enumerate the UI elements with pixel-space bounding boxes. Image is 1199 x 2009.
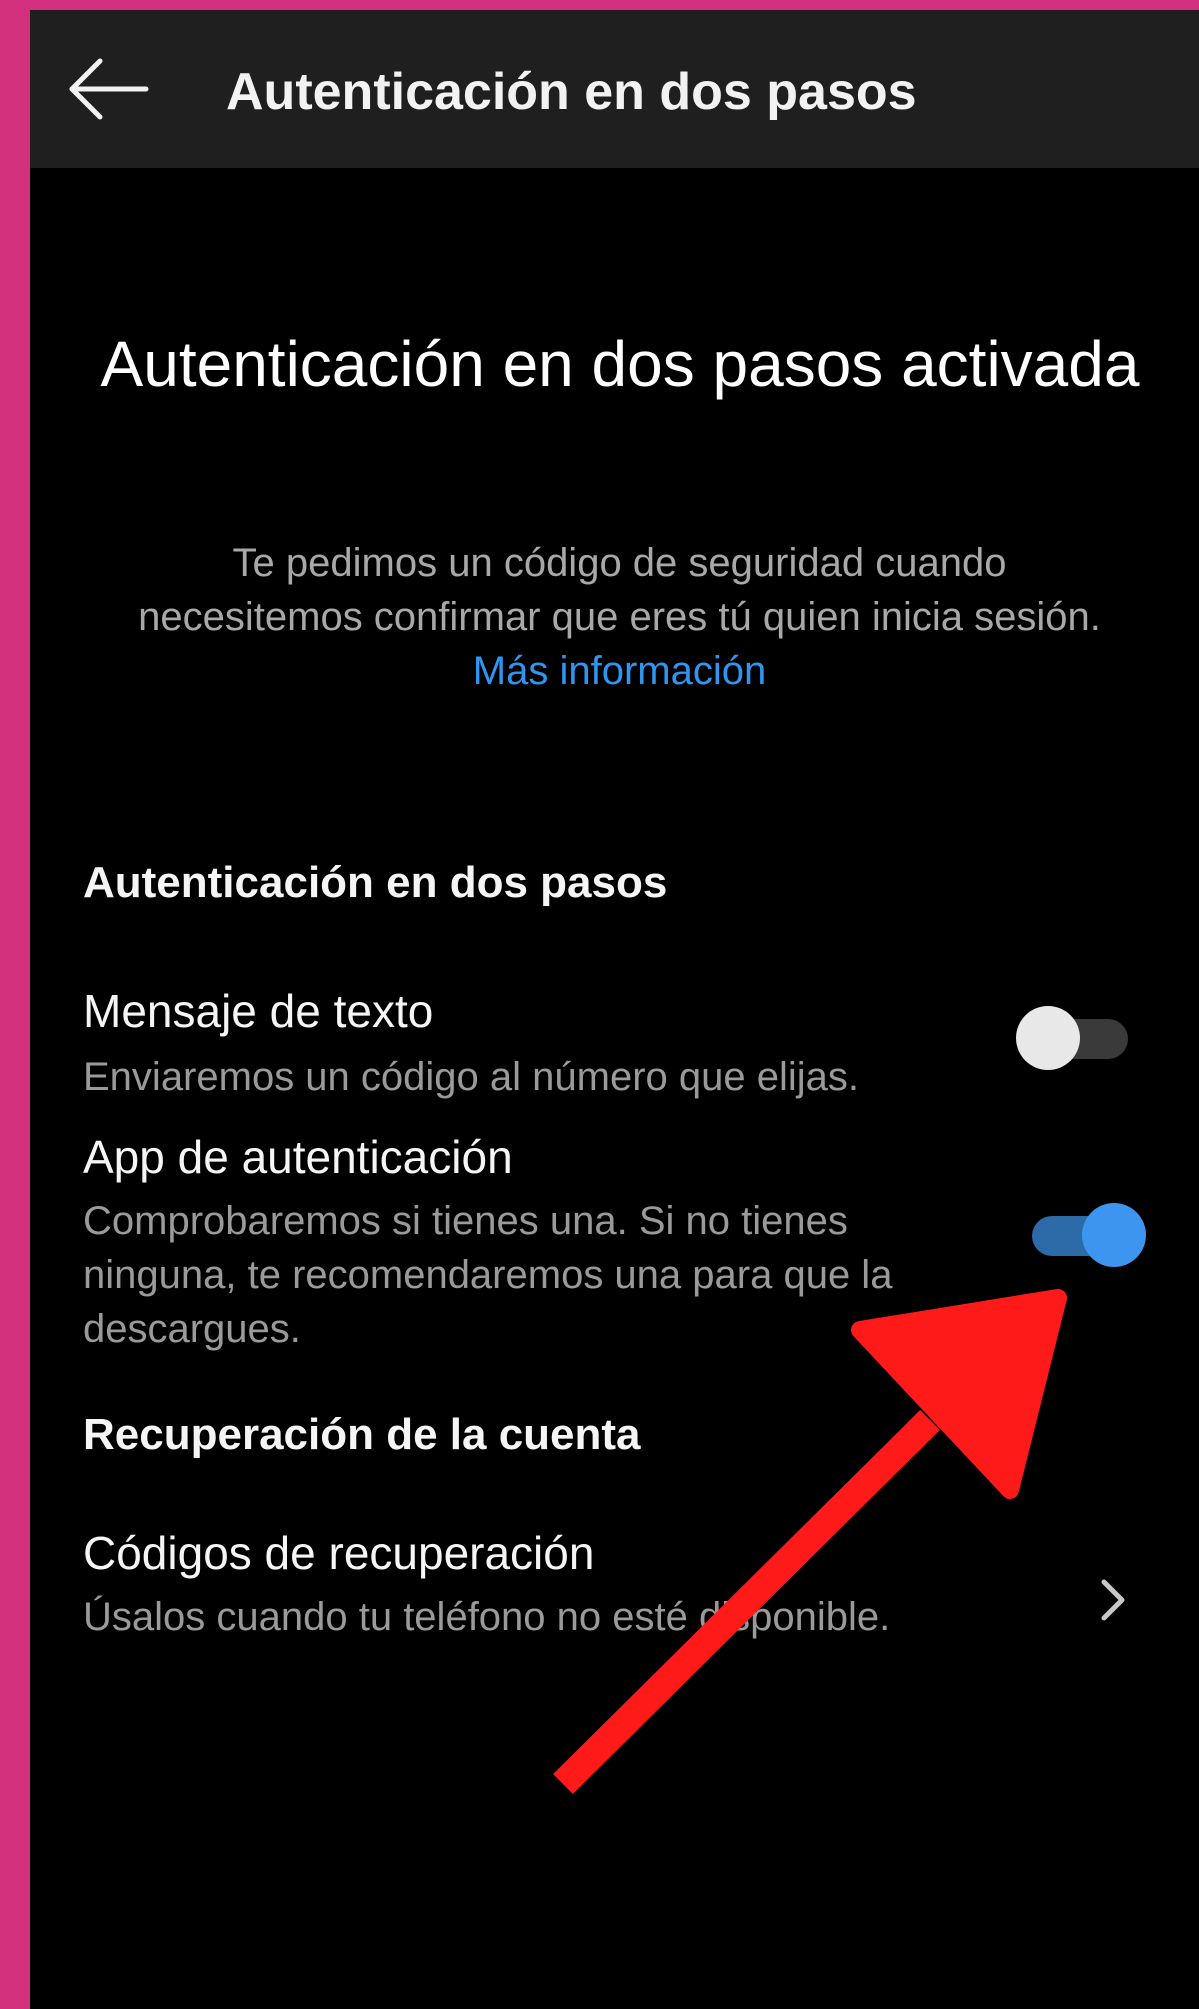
app-bar: Autenticación en dos pasos	[30, 10, 1199, 168]
frame-border-left	[0, 0, 30, 2009]
option-title: Mensaje de texto	[83, 985, 434, 1037]
more-info-link[interactable]: Más información	[473, 649, 766, 693]
toggle-knob	[1082, 1203, 1146, 1267]
hero-title: Autenticación en dos pasos activada	[100, 328, 1140, 400]
back-button[interactable]	[64, 54, 154, 124]
arrow-left-icon	[69, 58, 149, 120]
hero-description-text: Te pedimos un código de seguridad cuando…	[138, 541, 1101, 639]
option-title: App de autenticación	[83, 1131, 513, 1183]
hero-description: Te pedimos un código de seguridad cuando…	[120, 536, 1119, 698]
option-description: Enviaremos un código al número que elija…	[83, 1055, 859, 1099]
page-title: Autenticación en dos pasos	[226, 63, 917, 121]
option-description: Úsalos cuando tu teléfono no esté dispon…	[83, 1595, 891, 1639]
section-header-two-step: Autenticación en dos pasos	[83, 858, 668, 907]
chevron-right-icon[interactable]	[1096, 1576, 1132, 1624]
option-description: Comprobaremos si tienes una. Si no tiene…	[83, 1199, 893, 1351]
auth-app-toggle[interactable]	[1024, 1195, 1146, 1267]
section-header-recovery: Recuperación de la cuenta	[83, 1410, 641, 1459]
text-message-toggle[interactable]	[1016, 998, 1136, 1070]
frame-border-top	[0, 0, 1199, 10]
toggle-knob	[1016, 1006, 1080, 1070]
option-title: Códigos de recuperación	[83, 1527, 595, 1579]
